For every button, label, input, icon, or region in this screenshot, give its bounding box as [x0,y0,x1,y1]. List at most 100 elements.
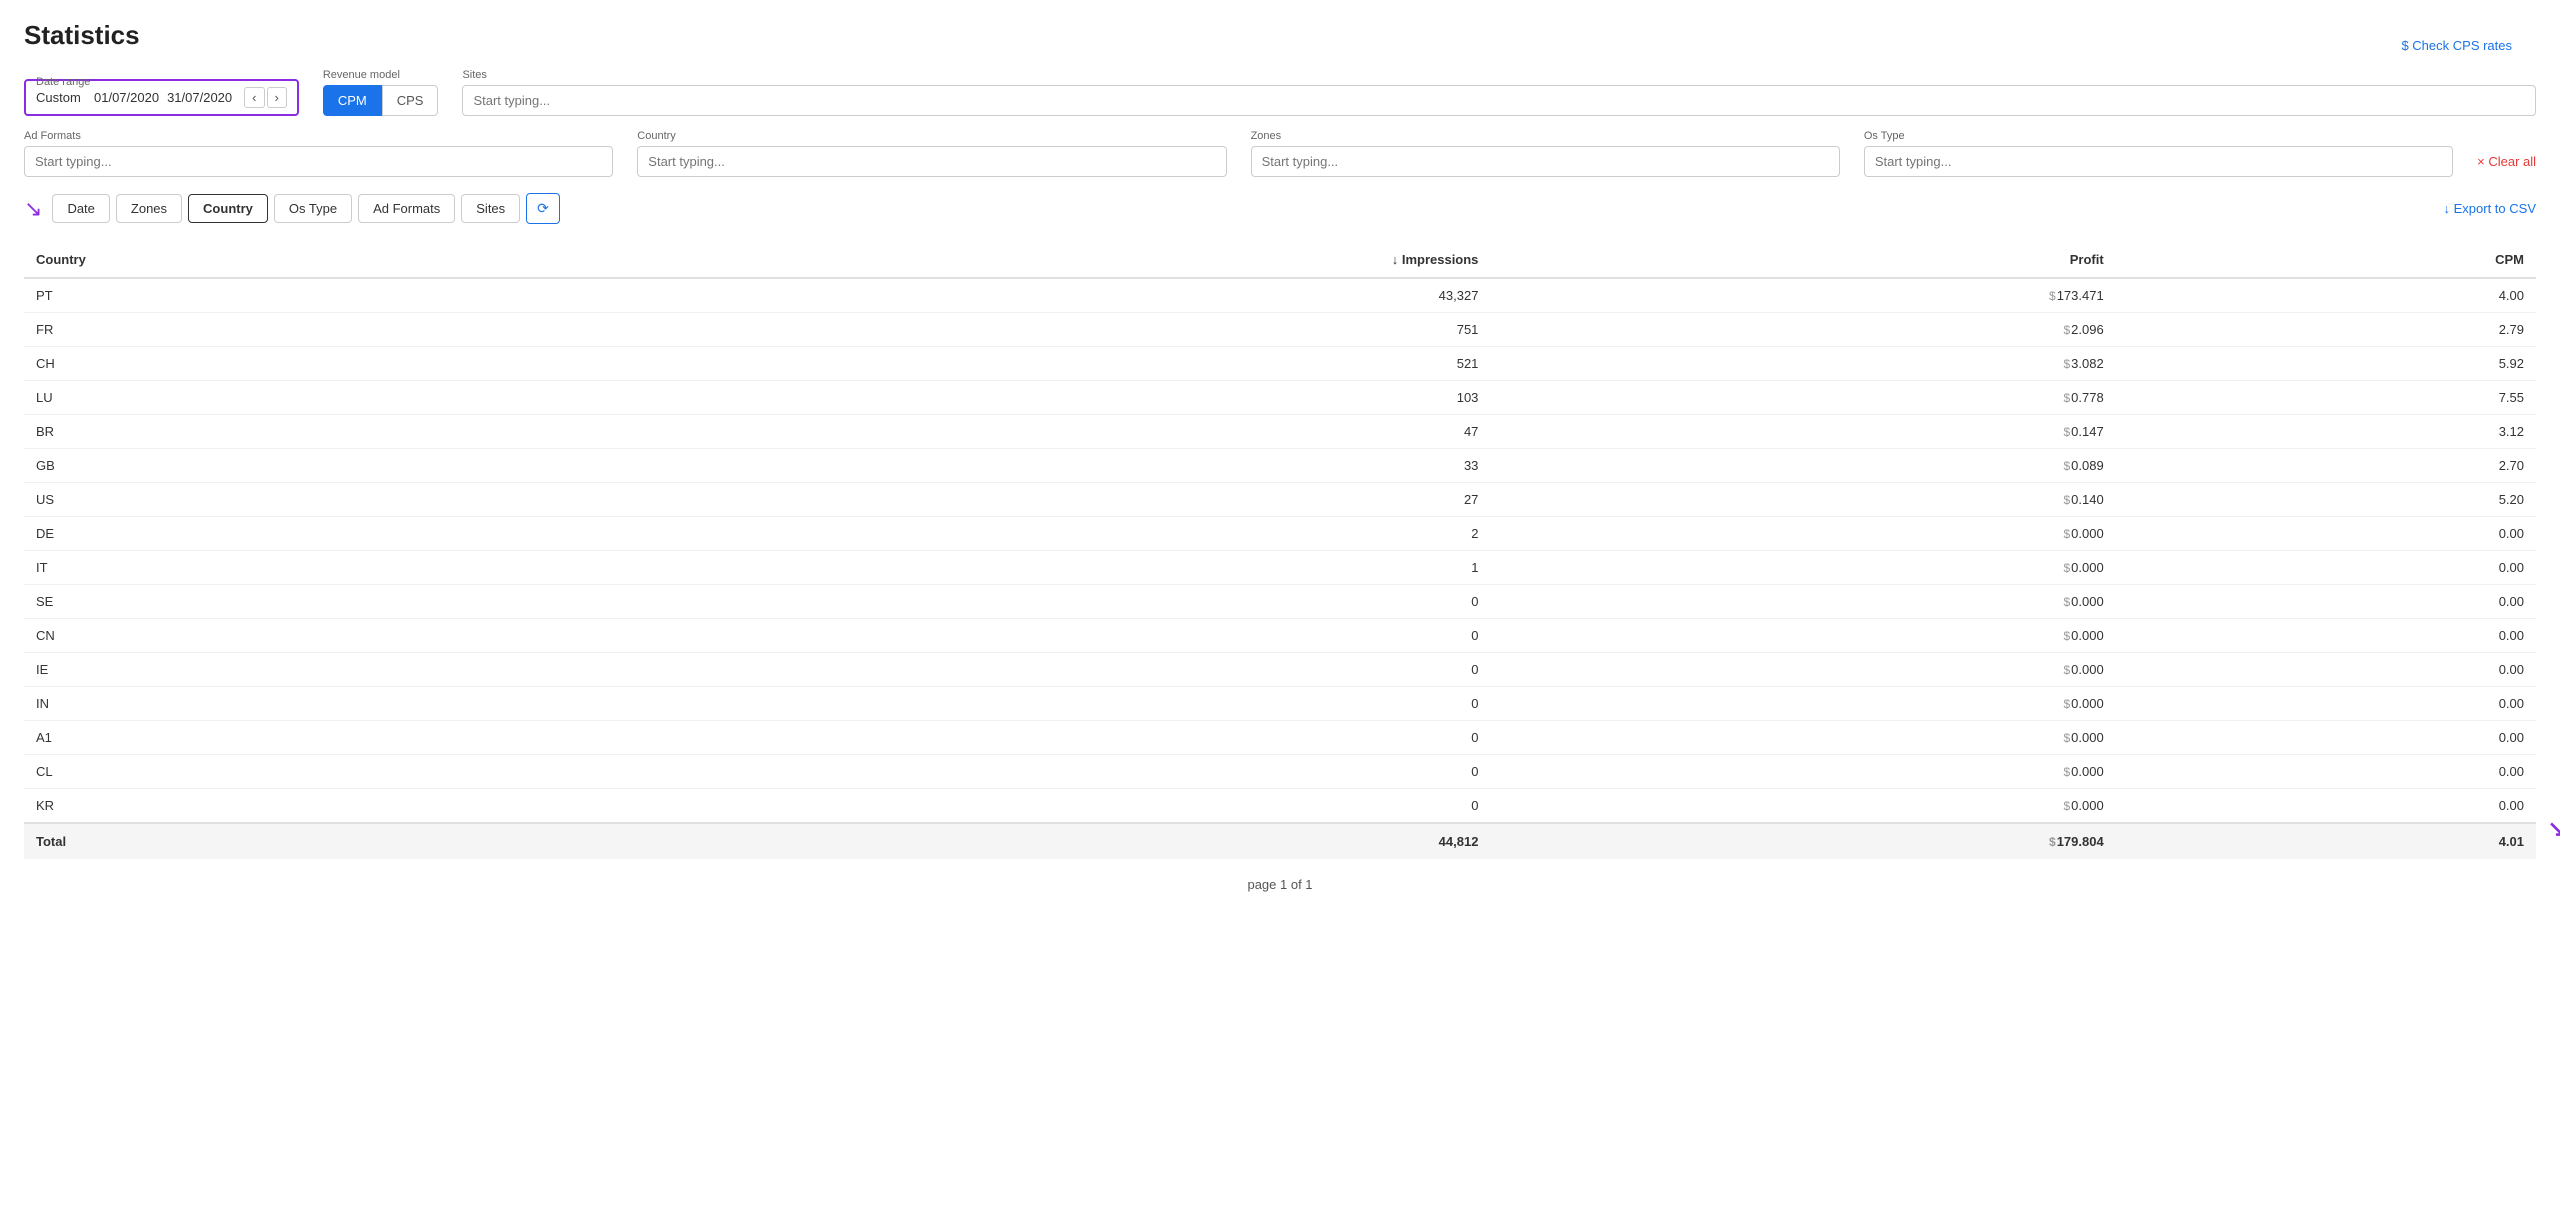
cell-country: IE [24,653,611,687]
date-range-filter: Date range Custom 01/07/2020 31/07/2020 … [24,79,299,116]
date-next-button[interactable]: › [267,87,287,108]
ad-formats-label: Ad Formats [24,130,613,142]
table-row: GB 33 $0.089 2.70 [24,449,2536,483]
cell-cpm: 5.20 [2116,483,2536,517]
zones-input[interactable] [1251,146,1840,177]
tab-date[interactable]: Date [52,194,109,223]
col-country: Country [24,242,611,278]
cell-country: KR [24,789,611,824]
tab-arrow-indicator: ↘ [24,196,42,222]
export-csv-link[interactable]: ↓ Export to CSV [2444,201,2536,216]
cell-cpm: 0.00 [2116,585,2536,619]
cell-cpm: 0.00 [2116,687,2536,721]
cell-impressions: 0 [611,789,1491,824]
cell-country: CN [24,619,611,653]
cell-cpm: 0.00 [2116,551,2536,585]
date-range-box: Date range Custom 01/07/2020 31/07/2020 … [24,79,299,116]
cell-country: US [24,483,611,517]
table-row: A1 0 $0.000 0.00 [24,721,2536,755]
table-row: BR 47 $0.147 3.12 [24,415,2536,449]
cell-profit: $0.000 [1490,755,2115,789]
cell-impressions: 27 [611,483,1491,517]
cell-profit: $0.000 [1490,653,2115,687]
cell-profit: $0.000 [1490,619,2115,653]
statistics-table: Country ↓ Impressions Profit CPM PT 43,3… [24,242,2536,859]
os-type-label: Os Type [1864,130,2453,142]
country-label: Country [637,130,1226,142]
cell-impressions: 0 [611,585,1491,619]
cell-country: IN [24,687,611,721]
clear-all-button[interactable]: × Clear all [2477,154,2536,177]
cell-impressions: 1 [611,551,1491,585]
cell-cpm: 0.00 [2116,789,2536,824]
revenue-model-filter: Revenue model CPM CPS [323,69,439,116]
cell-country: LU [24,381,611,415]
cell-cpm: 0.00 [2116,721,2536,755]
date-start: 01/07/2020 [94,90,159,105]
date-type: Custom [36,90,86,105]
cell-profit: $0.000 [1490,585,2115,619]
cell-cpm: 2.70 [2116,449,2536,483]
cpm-button[interactable]: CPM [323,85,382,116]
cell-impressions: 33 [611,449,1491,483]
date-range-label: Date range [36,76,90,88]
country-input[interactable] [637,146,1226,177]
col-impressions[interactable]: ↓ Impressions [611,242,1491,278]
tabs-row: ↘ Date Zones Country Os Type Ad Formats … [24,193,2536,224]
page-title: Statistics [24,20,2536,51]
col-cpm: CPM [2116,242,2536,278]
cell-country: CH [24,347,611,381]
cell-profit: $0.147 [1490,415,2115,449]
cell-cpm: 3.12 [2116,415,2536,449]
cell-country: PT [24,278,611,313]
cell-impressions: 521 [611,347,1491,381]
tab-sites[interactable]: Sites [461,194,520,223]
tab-os-type[interactable]: Os Type [274,194,352,223]
refresh-button[interactable]: ⟳ [526,193,560,224]
ad-formats-input[interactable] [24,146,613,177]
sites-input[interactable] [462,85,2536,116]
zones-label: Zones [1251,130,1840,142]
cell-country: BR [24,415,611,449]
os-type-input[interactable] [1864,146,2453,177]
country-filter: Country [637,130,1226,177]
sites-filter: Sites [462,69,2536,116]
cell-impressions: 0 [611,619,1491,653]
total-cpm: 4.01 ↘ [2116,823,2536,859]
cell-profit: $0.089 [1490,449,2115,483]
cell-profit: $0.778 [1490,381,2115,415]
cell-cpm: 0.00 [2116,755,2536,789]
cell-cpm: 7.55 [2116,381,2536,415]
cell-impressions: 2 [611,517,1491,551]
tab-zones[interactable]: Zones [116,194,182,223]
zones-filter: Zones [1251,130,1840,177]
cell-profit: $0.000 [1490,789,2115,824]
cell-profit: $0.000 [1490,721,2115,755]
cell-profit: $0.000 [1490,687,2115,721]
revenue-model-label: Revenue model [323,69,439,81]
cell-cpm: 0.00 [2116,653,2536,687]
date-prev-button[interactable]: ‹ [244,87,264,108]
tab-country[interactable]: Country [188,194,268,223]
cell-country: FR [24,313,611,347]
cell-cpm: 5.92 [2116,347,2536,381]
table-row: CL 0 $0.000 0.00 [24,755,2536,789]
cell-profit: $2.096 [1490,313,2115,347]
table-total-row: Total 44,812 $179.804 4.01 ↘ [24,823,2536,859]
tab-ad-formats[interactable]: Ad Formats [358,194,455,223]
cell-profit: $0.000 [1490,517,2115,551]
sites-label: Sites [462,69,2536,81]
cell-impressions: 103 [611,381,1491,415]
cps-button[interactable]: CPS [382,85,439,116]
table-row: PT 43,327 $173.471 4.00 [24,278,2536,313]
cell-impressions: 751 [611,313,1491,347]
date-end: 31/07/2020 [167,90,232,105]
cell-profit: $173.471 [1490,278,2115,313]
col-profit: Profit [1490,242,2115,278]
cell-cpm: 0.00 [2116,619,2536,653]
pagination: page 1 of 1 [24,877,2536,892]
check-cps-link[interactable]: $ Check CPS rates [2401,38,2512,53]
table-row: SE 0 $0.000 0.00 [24,585,2536,619]
cell-impressions: 0 [611,687,1491,721]
table-row: CN 0 $0.000 0.00 [24,619,2536,653]
